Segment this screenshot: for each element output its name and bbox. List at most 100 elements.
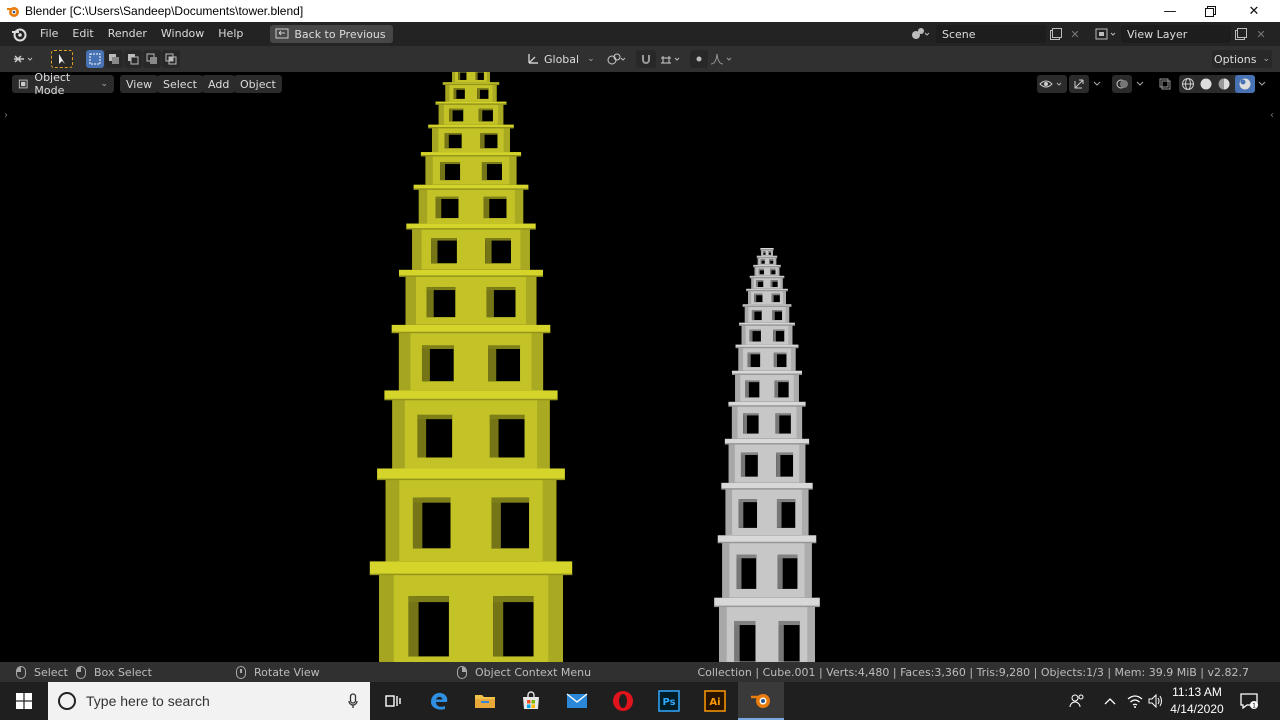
chevron-down-icon: ⌄	[1262, 54, 1270, 64]
material-shading-icon[interactable]	[1218, 78, 1230, 90]
delete-scene-icon[interactable]: ✕	[1066, 25, 1084, 43]
scene-name: Scene	[942, 27, 976, 41]
new-scene-icon[interactable]	[1047, 25, 1065, 43]
3d-viewport[interactable]: Object Mode ⌄ View Select Add Object › ‹	[4, 72, 1276, 662]
menu-render[interactable]: Render	[101, 24, 154, 44]
task-view-icon[interactable]	[370, 682, 416, 720]
transform-orientation-dropdown[interactable]: Global ⌄	[544, 50, 598, 68]
transform-orientation-icon	[524, 50, 542, 68]
viewport-menu-view[interactable]: View	[120, 75, 159, 93]
action-center-icon[interactable]: 1	[1236, 682, 1262, 720]
overlays-dropdown-icon[interactable]	[1133, 75, 1147, 93]
white-tower-object[interactable]	[714, 248, 820, 662]
close-button[interactable]: ✕	[1232, 0, 1276, 22]
people-icon[interactable]	[1064, 682, 1090, 720]
view-layer-name: View Layer	[1127, 27, 1188, 41]
status-context-menu: Object Context Menu	[457, 662, 591, 682]
volume-icon[interactable]	[1146, 682, 1166, 720]
status-box-select-label: Box Select	[94, 665, 152, 679]
viewport-menu-select[interactable]: Select	[157, 75, 203, 93]
view-layer-selector-icon[interactable]	[1092, 25, 1120, 43]
object-mode-dropdown[interactable]: Object Mode ⌄	[12, 72, 114, 97]
overlays-toggle-icon[interactable]	[1112, 75, 1132, 93]
object-mode-icon	[18, 79, 28, 89]
scene-name-field[interactable]: Scene	[936, 25, 1046, 43]
editor-type-icon[interactable]	[10, 50, 40, 68]
menu-file[interactable]: File	[33, 24, 65, 44]
svg-text:Ai: Ai	[709, 697, 720, 708]
status-rotate-view-label: Rotate View	[254, 665, 320, 679]
blender-app-icon	[5, 3, 21, 19]
select-tool-icon[interactable]	[51, 50, 73, 68]
options-dropdown[interactable]: Options ⌄	[1212, 50, 1272, 68]
search-placeholder: Type here to search	[86, 693, 210, 709]
visibility-selectability-icon[interactable]	[1037, 75, 1067, 93]
window-title: Blender [C:\Users\Sandeep\Documents\towe…	[25, 4, 304, 18]
windows-taskbar: Type here to search Ps Ai 11:13 AM 4/14/…	[0, 682, 1280, 720]
scene-statistics: Collection | Cube.001 | Verts:4,480 | Fa…	[697, 665, 1249, 679]
illustrator-icon[interactable]: Ai	[692, 682, 738, 720]
menu-window[interactable]: Window	[154, 24, 211, 44]
menu-help[interactable]: Help	[211, 24, 250, 44]
screen-back-icon	[275, 28, 289, 39]
status-context-menu-label: Object Context Menu	[475, 665, 592, 679]
edge-icon[interactable]	[416, 682, 462, 720]
pivot-point-icon[interactable]	[604, 50, 632, 68]
photoshop-icon[interactable]: Ps	[646, 682, 692, 720]
shading-dropdown-icon[interactable]	[1255, 75, 1269, 93]
toolbar-expand-icon[interactable]: ›	[4, 110, 8, 121]
viewport-menu-object[interactable]: Object	[234, 75, 282, 93]
scene-selector-icon[interactable]	[906, 25, 934, 43]
menu-edit[interactable]: Edit	[65, 24, 100, 44]
shading-modes	[1179, 75, 1255, 93]
wifi-icon[interactable]	[1124, 682, 1146, 720]
minimize-button[interactable]: —	[1148, 0, 1192, 22]
microsoft-store-icon[interactable]	[508, 682, 554, 720]
delete-view-layer-icon[interactable]: ✕	[1252, 25, 1270, 43]
object-mode-label: Object Mode	[34, 72, 71, 97]
microphone-icon[interactable]	[348, 693, 358, 709]
solid-shading-icon[interactable]	[1200, 78, 1212, 90]
back-to-previous-button[interactable]: Back to Previous	[270, 25, 393, 43]
file-explorer-icon[interactable]	[462, 682, 508, 720]
opera-icon[interactable]	[600, 682, 646, 720]
transform-orientation-value: Global	[544, 52, 580, 66]
status-bar: Select Box Select Rotate View Object Con…	[0, 662, 1280, 682]
proportional-falloff-icon[interactable]	[708, 50, 738, 68]
snap-toggle-icon[interactable]	[636, 50, 656, 68]
new-view-layer-icon[interactable]	[1232, 25, 1250, 43]
select-mode-subtract-icon[interactable]	[124, 50, 142, 68]
select-mode-extend-icon[interactable]	[105, 50, 123, 68]
wireframe-shading-icon[interactable]	[1182, 78, 1194, 90]
taskbar-search-box[interactable]: Type here to search	[48, 682, 370, 720]
sidebar-expand-icon[interactable]: ‹	[1270, 110, 1274, 121]
status-select: Select	[16, 662, 68, 682]
viewport-scene[interactable]	[4, 72, 1276, 662]
select-mode-invert-icon[interactable]	[143, 50, 161, 68]
proportional-editing-icon[interactable]	[690, 50, 708, 68]
viewport-menu-add[interactable]: Add	[202, 75, 236, 93]
back-to-previous-label: Back to Previous	[294, 27, 386, 41]
svg-text:Ps: Ps	[662, 697, 675, 708]
blender-logo-icon[interactable]	[8, 23, 30, 45]
taskbar-clock[interactable]: 11:13 AM 4/14/2020	[1164, 684, 1230, 718]
mail-icon[interactable]	[554, 682, 600, 720]
rendered-shading-icon[interactable]	[1239, 78, 1251, 90]
windows-start-button[interactable]	[0, 682, 48, 720]
status-rotate-view: Rotate View	[236, 662, 320, 682]
status-box-select: Box Select	[76, 662, 152, 682]
gizmo-toggle-icon[interactable]	[1069, 75, 1089, 93]
viewport-header: Object Mode ⌄ View Select Add Object	[4, 72, 1276, 97]
gizmo-dropdown-icon[interactable]	[1090, 75, 1104, 93]
xray-toggle-icon[interactable]	[1155, 75, 1175, 93]
snap-target-icon[interactable]	[658, 50, 686, 68]
select-mode-intersect-icon[interactable]	[162, 50, 180, 68]
tool-header: Global ⌄ Options ⌄	[0, 46, 1280, 72]
select-mode-new-icon[interactable]	[86, 50, 104, 68]
yellow-tower-object[interactable]	[369, 72, 573, 662]
svg-text:1: 1	[1252, 703, 1256, 710]
blender-taskbar-icon[interactable]	[738, 682, 784, 720]
restore-button[interactable]	[1188, 0, 1232, 22]
show-hidden-icons-icon[interactable]	[1098, 682, 1122, 720]
view-layer-field[interactable]: View Layer	[1121, 25, 1231, 43]
